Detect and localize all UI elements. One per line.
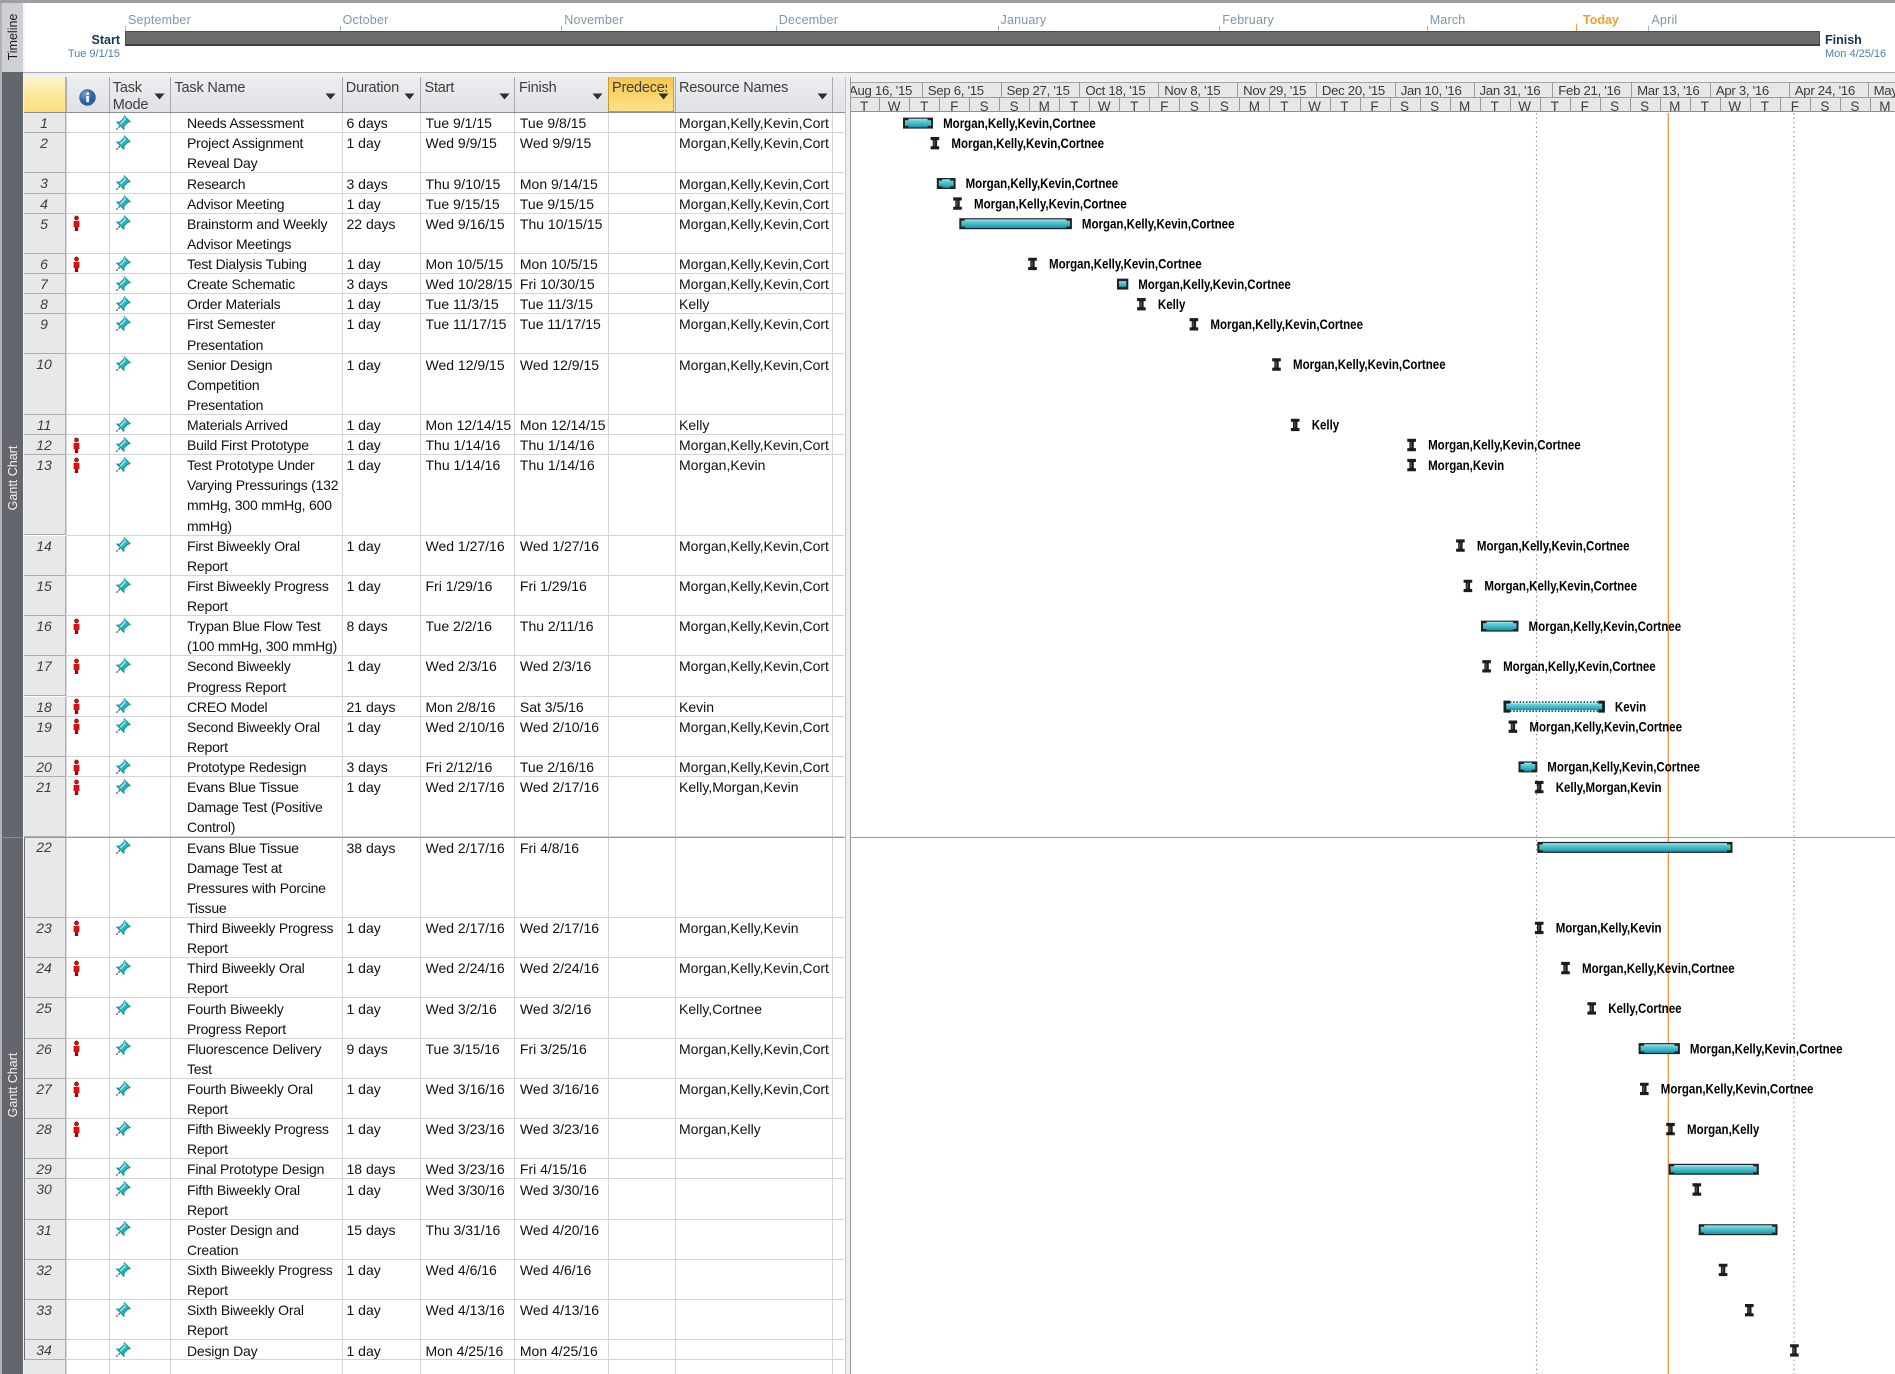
svg-text:Morgan,Kelly,Kevin,Cortnee: Morgan,Kelly,Kevin,Cortnee <box>1503 658 1656 674</box>
svg-text:Morgan,Kelly,Kevin,Cortnee: Morgan,Kelly,Kevin,Cortnee <box>1484 578 1637 594</box>
svg-text:Morgan,Kelly,Kevin,Cortnee: Morgan,Kelly,Kevin,Cortnee <box>1529 718 1682 734</box>
svg-text:Morgan,Kelly,Kevin,Cortnee: Morgan,Kelly,Kevin,Cortnee <box>974 195 1127 211</box>
svg-text:Morgan,Kelly,Kevin,Cortnee: Morgan,Kelly,Kevin,Cortnee <box>943 115 1096 131</box>
svg-text:Kelly,Morgan,Kevin: Kelly,Morgan,Kevin <box>1556 779 1662 795</box>
svg-text:Kevin: Kevin <box>1615 698 1646 714</box>
svg-text:Kelly,Cortnee: Kelly,Cortnee <box>1608 1000 1681 1016</box>
svg-text:Morgan,Kelly,Kevin,Cortnee: Morgan,Kelly,Kevin,Cortnee <box>966 175 1119 191</box>
svg-text:Morgan,Kelly,Kevin,Cortnee: Morgan,Kelly,Kevin,Cortnee <box>1082 215 1235 231</box>
svg-text:Morgan,Kelly,Kevin,Cortnee: Morgan,Kelly,Kevin,Cortnee <box>1428 437 1581 453</box>
svg-text:Morgan,Kelly,Kevin,Cortnee: Morgan,Kelly,Kevin,Cortnee <box>1477 537 1630 553</box>
svg-text:Kelly: Kelly <box>1312 417 1340 433</box>
svg-text:Morgan,Kelly,Kevin: Morgan,Kelly,Kevin <box>1556 920 1662 936</box>
svg-text:Morgan,Kelly,Kevin,Cortnee: Morgan,Kelly,Kevin,Cortnee <box>1582 960 1735 976</box>
svg-text:Morgan,Kelly,Kevin,Cortnee: Morgan,Kelly,Kevin,Cortnee <box>1529 618 1682 634</box>
svg-text:Morgan,Kelly,Kevin,Cortnee: Morgan,Kelly,Kevin,Cortnee <box>1690 1040 1843 1056</box>
svg-text:Morgan,Kelly,Kevin,Cortnee: Morgan,Kelly,Kevin,Cortnee <box>1293 356 1446 372</box>
svg-text:Morgan,Kelly,Kevin,Cortnee: Morgan,Kelly,Kevin,Cortnee <box>951 135 1104 151</box>
svg-text:Morgan,Kevin: Morgan,Kevin <box>1428 457 1504 473</box>
svg-text:Kelly: Kelly <box>1158 296 1186 312</box>
svg-text:Morgan,Kelly,Kevin,Cortnee: Morgan,Kelly,Kevin,Cortnee <box>1547 759 1700 775</box>
svg-text:Morgan,Kelly,Kevin,Cortnee: Morgan,Kelly,Kevin,Cortnee <box>1138 276 1291 292</box>
svg-text:Morgan,Kelly: Morgan,Kelly <box>1687 1121 1759 1137</box>
svg-text:Morgan,Kelly,Kevin,Cortnee: Morgan,Kelly,Kevin,Cortnee <box>1661 1081 1814 1097</box>
svg-text:Morgan,Kelly,Kevin,Cortnee: Morgan,Kelly,Kevin,Cortnee <box>1049 256 1202 272</box>
svg-text:Morgan,Kelly,Kevin,Cortnee: Morgan,Kelly,Kevin,Cortnee <box>1210 316 1363 332</box>
